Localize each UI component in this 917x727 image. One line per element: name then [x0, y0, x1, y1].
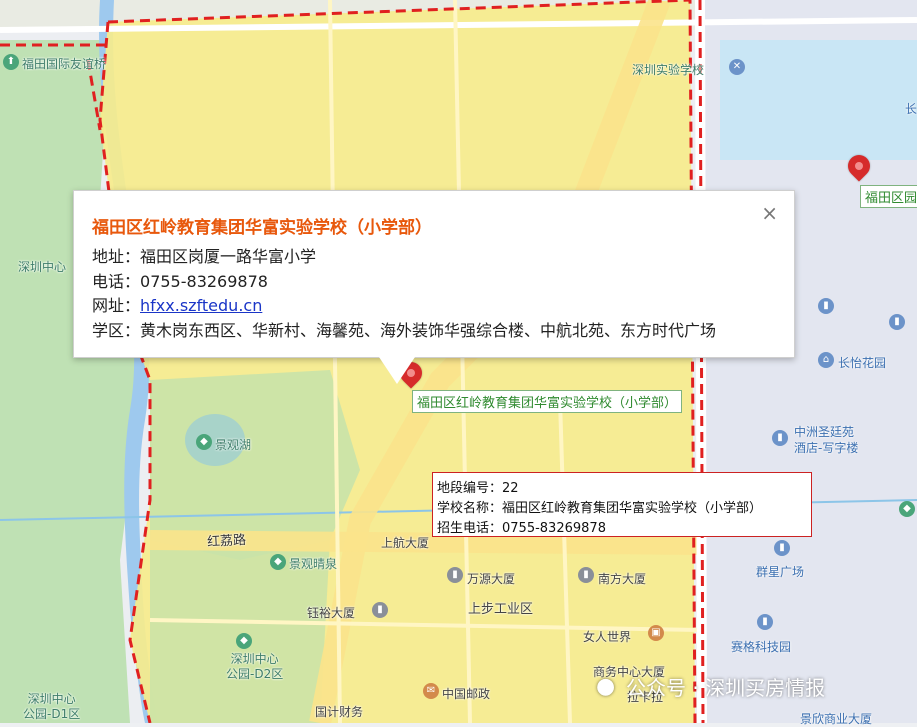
map-label-yuyu-building: 钰裕大厦	[307, 606, 356, 620]
map-label-shenzhen-experimental: 深圳实验学校	[632, 63, 705, 77]
close-icon[interactable]: ×	[761, 201, 778, 225]
map-label-jingguan-qingquan: 景观晴泉	[289, 557, 338, 571]
district-label: 学区：	[92, 321, 141, 340]
infobox-row-phone: 招生电话：0755-83269878	[437, 517, 606, 536]
popup-district-row: 学区：黄木岗东西区、华新村、海馨苑、海外装饰华强综合楼、中航北苑、东方时代广场	[92, 317, 716, 341]
map-label-changyi-garden: 长怡花园	[838, 356, 887, 370]
infobox-value: 福田区红岭教育集团华富实验学校（小学部）	[502, 501, 763, 516]
building-icon: ▮	[578, 567, 594, 583]
infobox-label: 地段编号：	[437, 481, 503, 496]
map-label-shangbu-industrial: 上步工业区	[468, 602, 534, 617]
address-value: 福田区岗厦一路华富小学	[140, 247, 317, 266]
map-label-center-park-d2: 深圳中心 公园-D2区	[226, 652, 284, 681]
phone-value: 0755-83269878	[140, 272, 268, 291]
building-icon: ▮	[757, 614, 773, 630]
map-label-changyi-left: 长	[905, 102, 917, 116]
map-label-saige-tech: 赛格科技园	[731, 640, 792, 654]
marker-tag-school[interactable]: 福田区红岭教育集团华富实验学校（小学部）	[412, 390, 683, 413]
map-label-wanyuan-building: 万源大厦	[467, 572, 516, 586]
school-icon: ✕	[729, 59, 745, 75]
popup-address-row: 地址：福田区岗厦一路华富小学	[92, 243, 316, 267]
post-office-icon: ✉	[423, 683, 439, 699]
shop-icon: ▣	[648, 625, 664, 641]
map-label-qunxing-plaza: 群星广场	[756, 565, 805, 579]
hotel-icon: ▮	[772, 430, 788, 446]
map-label-guoji-caiwu: 国计财务	[315, 705, 364, 719]
phone-label: 电话：	[92, 272, 141, 291]
map-label-nvren-shijie: 女人世界	[583, 630, 632, 644]
school-hover-infobox: 地段编号：22 学校名称：福田区红岭教育集团华富实验学校（小学部） 招生电话：0…	[432, 472, 812, 537]
popup-website-row: 网址：hfxx.szftedu.cn	[92, 292, 262, 316]
mall-icon: ▮	[774, 540, 790, 556]
map-label-futian-friendship: 福田国际友谊桥	[22, 57, 107, 71]
infobox-value: 22	[502, 481, 519, 496]
map-label-hongli-road: 红荔路	[206, 532, 247, 551]
building-icon: ▮	[818, 298, 834, 314]
infobox-row-district-number: 地段编号：22	[437, 477, 519, 496]
map-label-nanfang-building: 南方大厦	[598, 572, 647, 586]
bridge-icon: ⬆	[3, 54, 19, 70]
website-label: 网址：	[92, 296, 141, 315]
website-link[interactable]: hfxx.szftedu.cn	[140, 296, 262, 315]
lake-icon: ◆	[196, 434, 212, 450]
building-icon: ▮	[372, 602, 388, 618]
map-label-center-park-d1: 深圳中心 公园-D1区	[23, 692, 81, 721]
map-label-china-post: 中国邮政	[442, 687, 491, 701]
watermark-text: 公众号 · 深圳买房情报	[626, 676, 826, 700]
park-icon: ◆	[236, 633, 252, 649]
infobox-row-school-name: 学校名称：福田区红岭教育集团华富实验学校（小学部）	[437, 497, 762, 516]
map-label-zhongzhou-hotel: 中洲圣廷苑 酒店-写字楼	[794, 425, 859, 455]
school-info-popup: 福田区红岭教育集团华富实验学校（小学部） × 地址：福田区岗厦一路华富小学 电话…	[73, 190, 795, 358]
map-label-shenzhen-center: 深圳中心	[18, 260, 67, 274]
building-icon: ▮	[447, 567, 463, 583]
map-canvas[interactable]: ⬆ 福田国际友谊桥 深圳实验学校 ✕ 深圳中心 ◆ 景观湖 红荔路 ◆ 景观晴泉…	[0, 0, 917, 726]
infobox-label: 招生电话：	[437, 521, 503, 536]
address-label: 地址：	[92, 247, 141, 266]
map-label-shanghang-building: 上航大厦	[381, 536, 430, 550]
district-value: 黄木岗东西区、华新村、海馨苑、海外装饰华强综合楼、中航北苑、东方时代广场	[140, 321, 717, 340]
popup-pointer	[377, 354, 417, 384]
infobox-value: 0755-83269878	[502, 521, 606, 536]
infobox-label: 学校名称：	[437, 501, 503, 516]
map-label-jingxian: 景欣商业大厦	[800, 712, 873, 726]
building-icon: ▮	[889, 314, 905, 330]
popup-phone-row: 电话：0755-83269878	[92, 268, 268, 292]
marker-tag-futian-garden[interactable]: 福田区园	[860, 185, 917, 208]
popup-title: 福田区红岭教育集团华富实验学校（小学部）	[92, 218, 432, 238]
park-icon: ◆	[899, 501, 915, 517]
map-base	[0, 0, 917, 723]
residence-icon: ⌂	[818, 352, 834, 368]
wechat-icon: ●	[596, 674, 616, 699]
map-label-jingguan-lake: 景观湖	[215, 438, 252, 452]
park-icon: ◆	[270, 554, 286, 570]
